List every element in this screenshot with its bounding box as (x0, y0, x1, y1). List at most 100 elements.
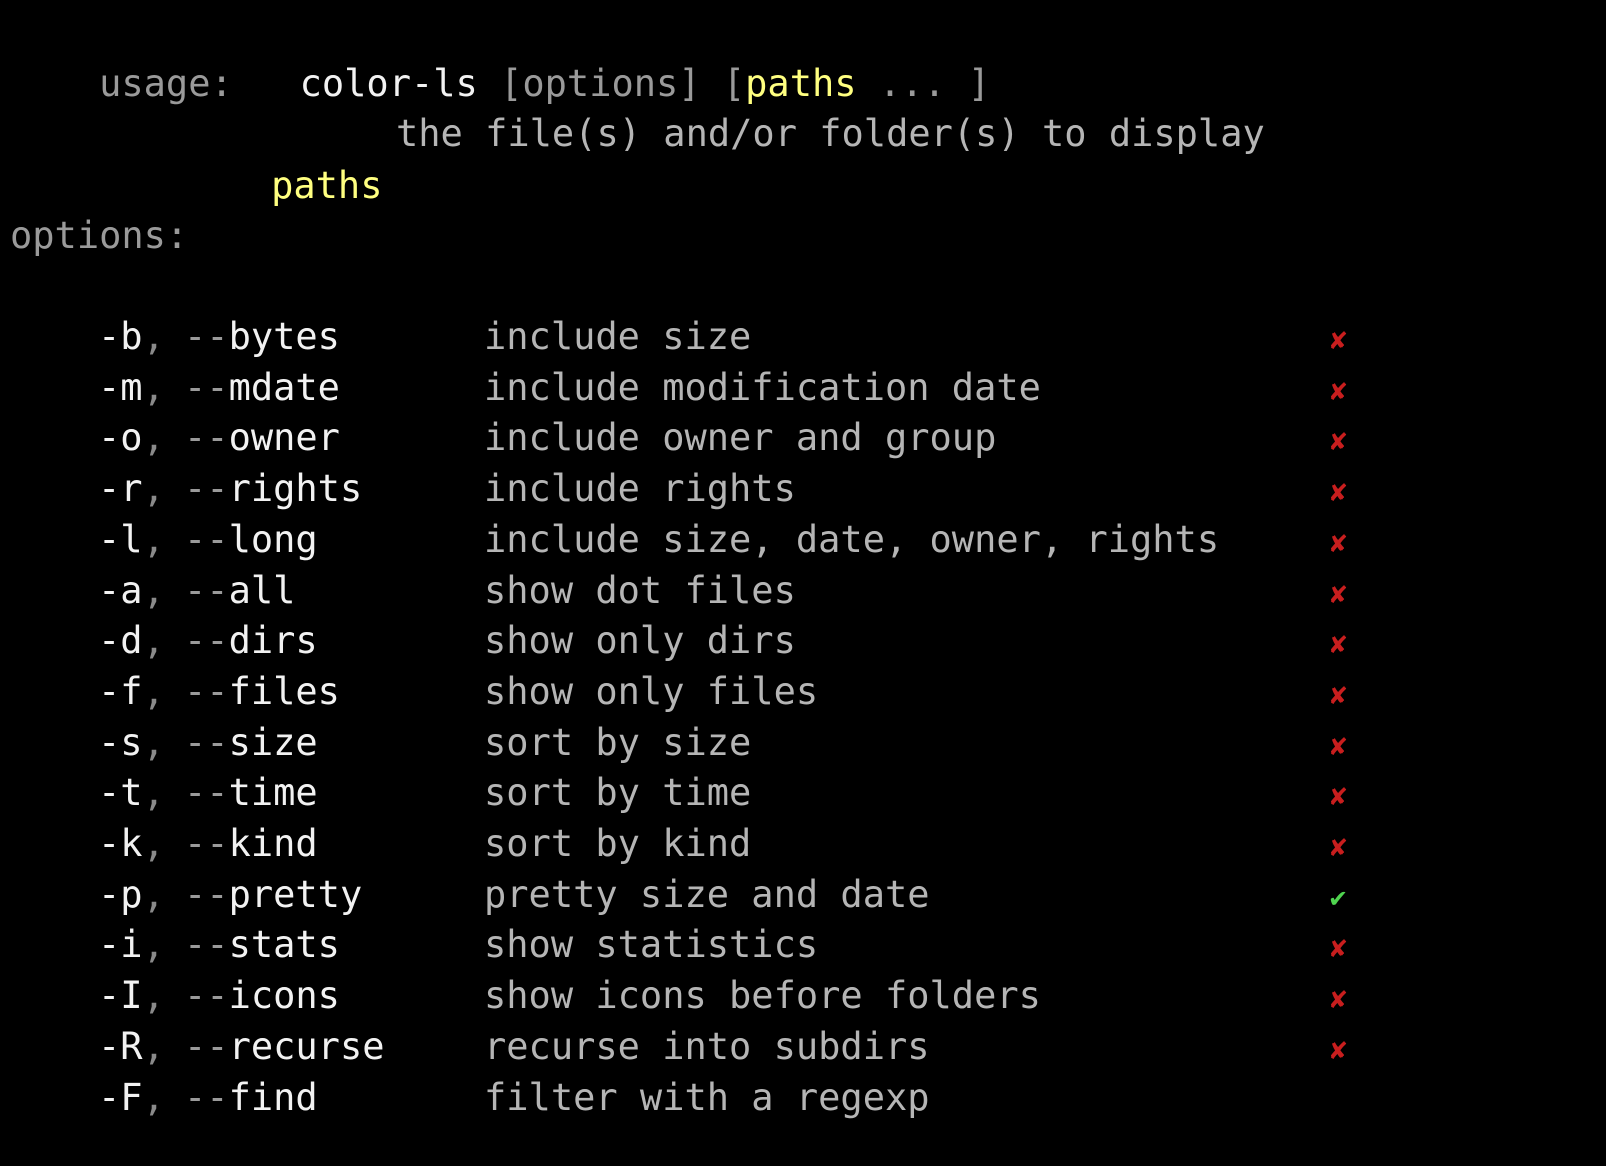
option-long-flag: long (228, 517, 318, 561)
option-separator: , (142, 568, 165, 612)
option-long-flag: all (228, 568, 296, 612)
option-row: -k, --kind sort by kind ✘ (10, 818, 1410, 870)
option-short-flag: -o (98, 416, 143, 460)
option-long-flag-group: --mdate (184, 362, 340, 414)
option-long-flag: mdate (228, 365, 340, 409)
option-long-flag-group: --stats (184, 919, 340, 971)
cross-mark-icon: ✘ (1328, 732, 1349, 761)
option-short-flag-group: -d, (98, 615, 165, 667)
option-long-prefix: -- (184, 365, 229, 409)
option-long-flag-group: --find (184, 1072, 318, 1124)
option-long-flag-group: --time (184, 767, 318, 819)
cross-mark-icon: ✘ (1328, 529, 1349, 558)
option-long-flag-group: --files (184, 666, 340, 718)
option-separator: , (142, 720, 165, 764)
option-row: -f, --files show only files ✘ (10, 666, 1410, 718)
option-long-flag: owner (228, 416, 340, 460)
option-short-flag-group: -l, (98, 514, 165, 566)
option-long-flag: recurse (228, 1024, 385, 1068)
option-separator: , (142, 974, 165, 1018)
option-long-prefix: -- (184, 416, 229, 460)
terminal-window[interactable]: usage: color-ls [options] [paths ... ] p… (10, 6, 1600, 1156)
option-short-flag: -I (98, 974, 143, 1018)
option-separator: , (142, 619, 165, 663)
option-row: -l, --long include size, date, owner, righ… (10, 514, 1410, 566)
usage-label: usage: (99, 62, 233, 105)
option-long-flag-group: --all (184, 565, 295, 617)
option-description: include rights (484, 467, 796, 511)
option-description: include modification date (484, 365, 1041, 409)
usage-line: usage: color-ls [options] [paths ... ] (10, 6, 990, 105)
option-short-flag: -r (98, 467, 143, 511)
option-description: show dot files (484, 568, 796, 612)
option-long-flag: dirs (228, 619, 318, 663)
option-short-flag: -f (98, 669, 143, 713)
option-row: -p, --pretty pretty size and date ✔ (10, 869, 1410, 921)
option-description: show icons before folders (484, 974, 1041, 1018)
option-long-flag: find (228, 1075, 318, 1119)
option-short-flag: -R (98, 1024, 143, 1068)
usage-paths-close-bracket: ] (967, 62, 991, 105)
option-short-flag: -d (98, 619, 143, 663)
option-row: -R, --recurse recurse into subdirs ✘ (10, 1021, 1410, 1073)
cross-mark-icon: ✘ (1328, 428, 1349, 457)
option-long-flag-group: --rights (184, 463, 362, 515)
option-separator: , (142, 416, 165, 460)
option-long-prefix: -- (184, 771, 229, 815)
cross-mark-icon: ✘ (1328, 1036, 1349, 1065)
option-short-flag-group: -f, (98, 666, 165, 718)
option-short-flag-group: -b, (98, 311, 165, 363)
usage-ellipsis: ... (878, 62, 946, 105)
option-row: -a, --all show dot files ✘ (10, 565, 1410, 617)
option-description: recurse into subdirs (484, 1024, 930, 1068)
option-row: -b, --bytes include size ✘ (10, 311, 1410, 363)
option-row: -F, --find filter with a regexp (10, 1072, 1410, 1124)
option-long-prefix: -- (184, 720, 229, 764)
option-short-flag-group: -i, (98, 919, 165, 971)
cross-mark-icon: ✘ (1328, 580, 1349, 609)
option-short-flag: -b (98, 315, 143, 358)
option-long-flag: files (228, 669, 340, 713)
option-separator: , (142, 872, 165, 916)
option-short-flag-group: -R, (98, 1021, 165, 1073)
option-long-prefix: -- (184, 923, 229, 967)
option-long-flag: time (228, 771, 318, 815)
cross-mark-icon: ✘ (1328, 327, 1349, 355)
cross-mark-icon: ✘ (1328, 834, 1349, 862)
option-long-prefix: -- (184, 669, 229, 713)
option-long-prefix: -- (184, 1075, 229, 1119)
cross-mark-icon: ✘ (1328, 479, 1349, 508)
option-long-flag-group: --pretty (184, 869, 362, 921)
option-long-flag: stats (228, 923, 340, 967)
option-long-flag-group: --long (184, 514, 318, 566)
option-short-flag-group: -o, (98, 412, 165, 464)
cross-mark-icon: ✘ (1328, 681, 1349, 710)
option-long-prefix: -- (184, 974, 229, 1018)
option-long-flag-group: --kind (184, 818, 318, 870)
option-row: -o, --owner include owner and group ✘ (10, 412, 1410, 464)
option-long-prefix: -- (184, 315, 229, 358)
option-description: include size (484, 315, 752, 358)
option-short-flag: -s (98, 720, 143, 764)
option-row: -s, --size sort by size ✘ (10, 717, 1410, 769)
paths-argument-description: the file(s) and/or folder(s) to display (396, 112, 1265, 155)
option-separator: , (142, 517, 165, 561)
option-long-prefix: -- (184, 822, 229, 865)
option-long-flag-group: --size (184, 717, 318, 769)
option-short-flag-group: -a, (98, 565, 165, 617)
cross-mark-icon: ✘ (1328, 986, 1349, 1015)
option-short-flag: -k (98, 822, 143, 865)
usage-options-arg: [options] (500, 62, 701, 105)
usage-command: color-ls (299, 62, 478, 105)
option-separator: , (142, 365, 165, 409)
option-long-flag: kind (228, 822, 318, 865)
option-short-flag: -i (98, 923, 143, 967)
option-short-flag-group: -F, (98, 1072, 165, 1124)
option-row: -t, --time sort by time ✘ (10, 767, 1410, 819)
option-separator: , (142, 669, 165, 713)
option-long-flag-group: --owner (184, 412, 340, 464)
option-long-flag-group: --bytes (184, 311, 340, 363)
option-description: include owner and group (484, 416, 997, 460)
option-short-flag: -F (98, 1075, 143, 1119)
option-separator: , (142, 822, 165, 865)
